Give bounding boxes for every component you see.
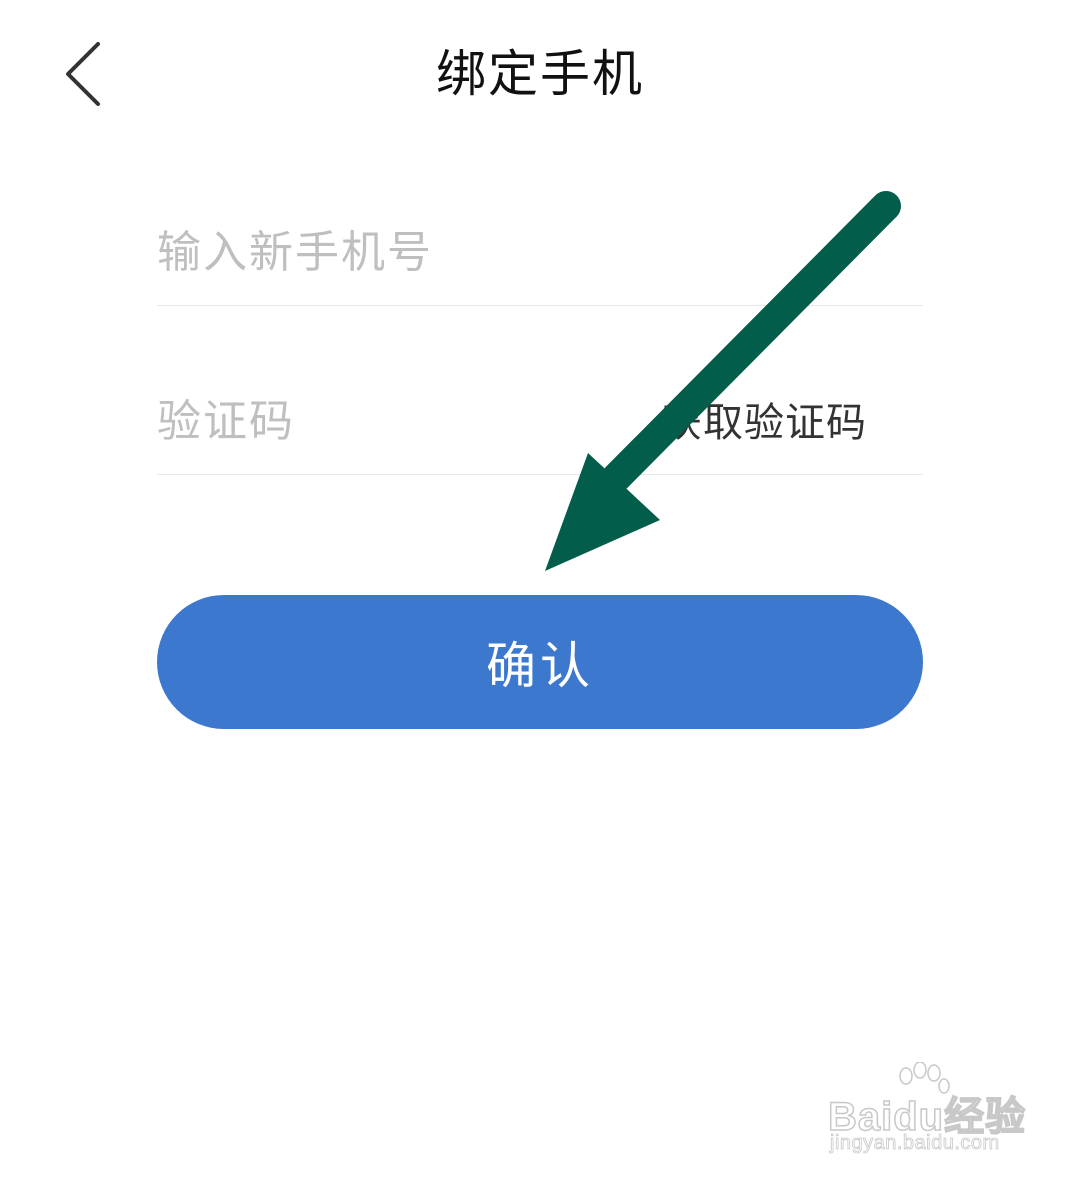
code-field: 获取验证码 [157, 368, 923, 475]
page-title: 绑定手机 [436, 45, 644, 103]
bind-phone-screen: 绑定手机 获取验证码 确认 Baidu经验 jingyan.baidu.com [0, 0, 1080, 1180]
arrow-down-left-icon [545, 191, 901, 571]
baidu-watermark: Baidu经验 jingyan.baidu.com [827, 1062, 1028, 1162]
confirm-button[interactable]: 确认 [157, 595, 923, 729]
watermark-url: jingyan.baidu.com [830, 1132, 1000, 1155]
phone-field [157, 200, 923, 306]
get-code-button[interactable]: 获取验证码 [662, 368, 867, 474]
verification-code-input[interactable] [157, 368, 637, 474]
phone-input[interactable] [157, 200, 923, 305]
